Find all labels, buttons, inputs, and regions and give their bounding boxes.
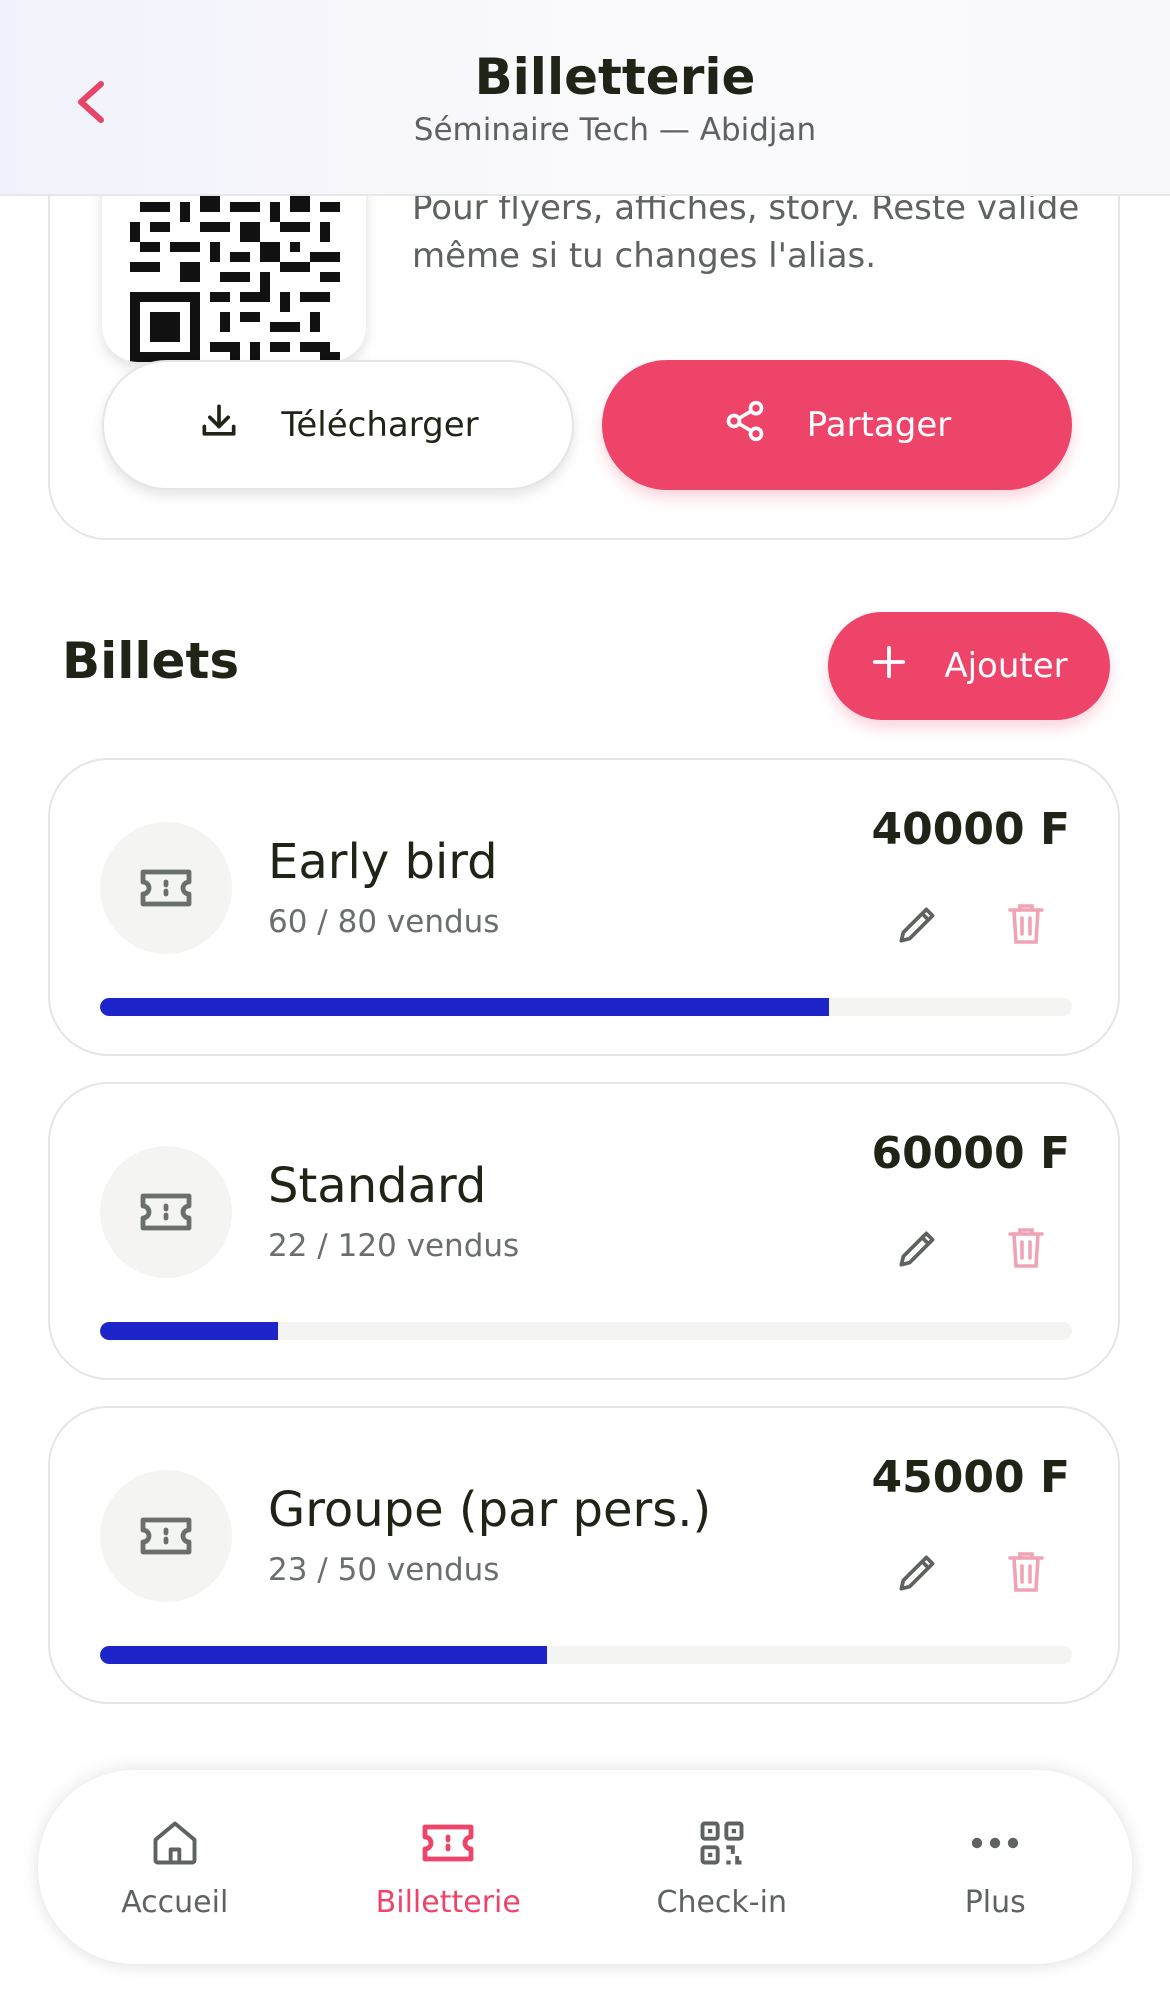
nav-item-plus[interactable]: Plus (859, 1770, 1133, 1964)
ticket-card[interactable]: Early bird 60 / 80 vendus 40000 F (48, 758, 1120, 1056)
delete-ticket-button[interactable] (998, 896, 1054, 952)
nav-label: Billetterie (375, 1884, 521, 1920)
delete-ticket-button[interactable] (998, 1220, 1054, 1276)
download-label: Télécharger (281, 405, 479, 445)
sales-progress-bar (100, 1646, 1072, 1664)
page-subtitle: Séminaire Tech — Abidjan (413, 112, 817, 148)
download-icon (197, 399, 241, 452)
nav-label: Accueil (121, 1884, 229, 1920)
edit-ticket-button[interactable] (890, 1544, 946, 1600)
ticket-icon (140, 1517, 192, 1555)
ticket-sold-count: 22 / 120 vendus (268, 1228, 520, 1264)
edit-ticket-button[interactable] (890, 1220, 946, 1276)
page-title: Billetterie (474, 48, 756, 106)
ticket-card[interactable]: Standard 22 / 120 vendus 60000 F (48, 1082, 1120, 1380)
nav-label: Check-in (656, 1884, 787, 1920)
nav-item-accueil[interactable]: Accueil (38, 1770, 312, 1964)
qr-icon (696, 1815, 748, 1871)
ticket-type-icon-wrap (100, 1470, 232, 1602)
share-label: Partager (806, 405, 952, 445)
ticket-name: Standard (268, 1158, 487, 1214)
add-ticket-button[interactable]: Ajouter (828, 612, 1110, 720)
nav-label: Plus (964, 1884, 1026, 1920)
download-button[interactable]: Télécharger (102, 360, 574, 490)
delete-ticket-button[interactable] (998, 1544, 1054, 1600)
pencil-icon (899, 907, 935, 943)
nav-item-check-in[interactable]: Check-in (585, 1770, 859, 1964)
more-icon (969, 1815, 1021, 1871)
trash-icon (1008, 904, 1044, 944)
ticket-icon (419, 1815, 477, 1871)
qr-code-icon (130, 182, 340, 362)
ticket-type-icon-wrap (100, 1146, 232, 1278)
ticket-sold-count: 60 / 80 vendus (268, 904, 500, 940)
ticket-price: 40000 F (871, 804, 1070, 855)
add-ticket-label: Ajouter (944, 646, 1068, 686)
bottom-nav: Accueil Billetterie Check-in Plus (38, 1770, 1132, 1964)
ticket-name: Early bird (268, 834, 498, 890)
ticket-sold-count: 23 / 50 vendus (268, 1552, 500, 1588)
sales-progress-fill (100, 1646, 548, 1664)
share-icon (723, 399, 767, 452)
sales-progress-fill (100, 1322, 279, 1340)
sales-progress-bar (100, 1322, 1072, 1340)
ticket-price: 60000 F (871, 1128, 1070, 1179)
trash-icon (1008, 1552, 1044, 1592)
ticket-icon (140, 869, 192, 907)
trash-icon (1008, 1228, 1044, 1268)
app-header: Billetterie Séminaire Tech — Abidjan (0, 0, 1170, 196)
edit-ticket-button[interactable] (890, 896, 946, 952)
plus-icon (870, 643, 908, 690)
section-title: Billets (62, 632, 240, 690)
ticket-card[interactable]: Groupe (par pers.) 23 / 50 vendus 45000 … (48, 1406, 1120, 1704)
pencil-icon (899, 1231, 935, 1267)
sales-progress-fill (100, 998, 829, 1016)
ticket-icon (140, 1193, 192, 1231)
sales-progress-bar (100, 998, 1072, 1016)
pencil-icon (899, 1555, 935, 1591)
ticket-price: 45000 F (871, 1452, 1070, 1503)
ticket-name: Groupe (par pers.) (268, 1482, 712, 1538)
ticket-type-icon-wrap (100, 822, 232, 954)
nav-item-billetterie[interactable]: Billetterie (312, 1770, 586, 1964)
home-icon (149, 1815, 201, 1871)
share-description: Pour flyers, affiches, story. Reste vali… (412, 188, 1080, 276)
share-button[interactable]: Partager (602, 360, 1072, 490)
